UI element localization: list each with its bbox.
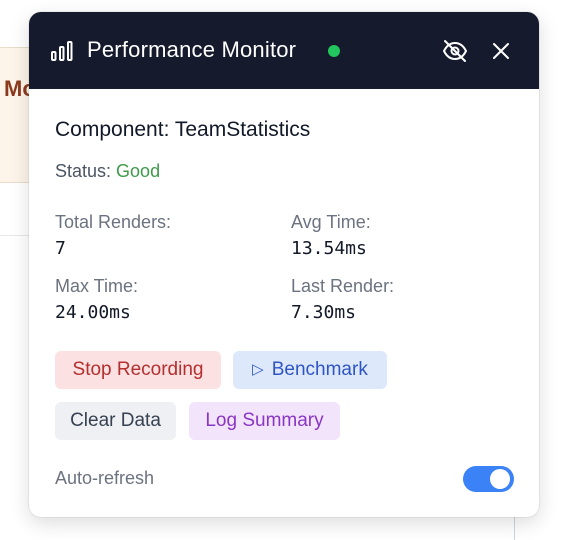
toggle-knob (490, 469, 510, 489)
status-line: Status: Good (55, 161, 160, 182)
total-renders-value: 7 (55, 238, 66, 259)
auto-refresh-toggle[interactable] (463, 466, 514, 492)
panel-title: Performance Monitor (87, 37, 297, 62)
component-name: Component: TeamStatistics (55, 118, 311, 141)
benchmark-label: Benchmark (271, 359, 368, 380)
avg-time-label: Avg Time: (291, 212, 371, 232)
max-time-label: Max Time: (55, 276, 139, 296)
performance-monitor-panel: Performance Monitor Component: TeamStati… (29, 12, 539, 517)
bar-chart-icon (51, 41, 73, 61)
status-value: Good (116, 161, 161, 181)
log-summary-button[interactable]: Log Summary (189, 402, 340, 440)
auto-refresh-label: Auto-refresh (55, 468, 155, 488)
eye-off-icon[interactable] (442, 39, 468, 63)
last-render-value: 7.30ms (291, 302, 357, 323)
total-renders-label: Total Renders: (55, 212, 172, 232)
status-indicator-dot (328, 45, 340, 57)
benchmark-button[interactable]: ▷ Benchmark (233, 351, 387, 389)
last-render-label: Last Render: (291, 276, 395, 296)
status-label: Status: (55, 161, 112, 181)
avg-time-value: 13.54ms (291, 238, 367, 259)
stop-recording-button[interactable]: Stop Recording (55, 351, 221, 389)
panel-header: Performance Monitor (29, 12, 539, 89)
play-icon: ▷ (252, 361, 264, 378)
max-time-value: 24.00ms (55, 302, 131, 323)
close-icon[interactable] (491, 41, 511, 61)
clear-data-button[interactable]: Clear Data (55, 402, 176, 440)
